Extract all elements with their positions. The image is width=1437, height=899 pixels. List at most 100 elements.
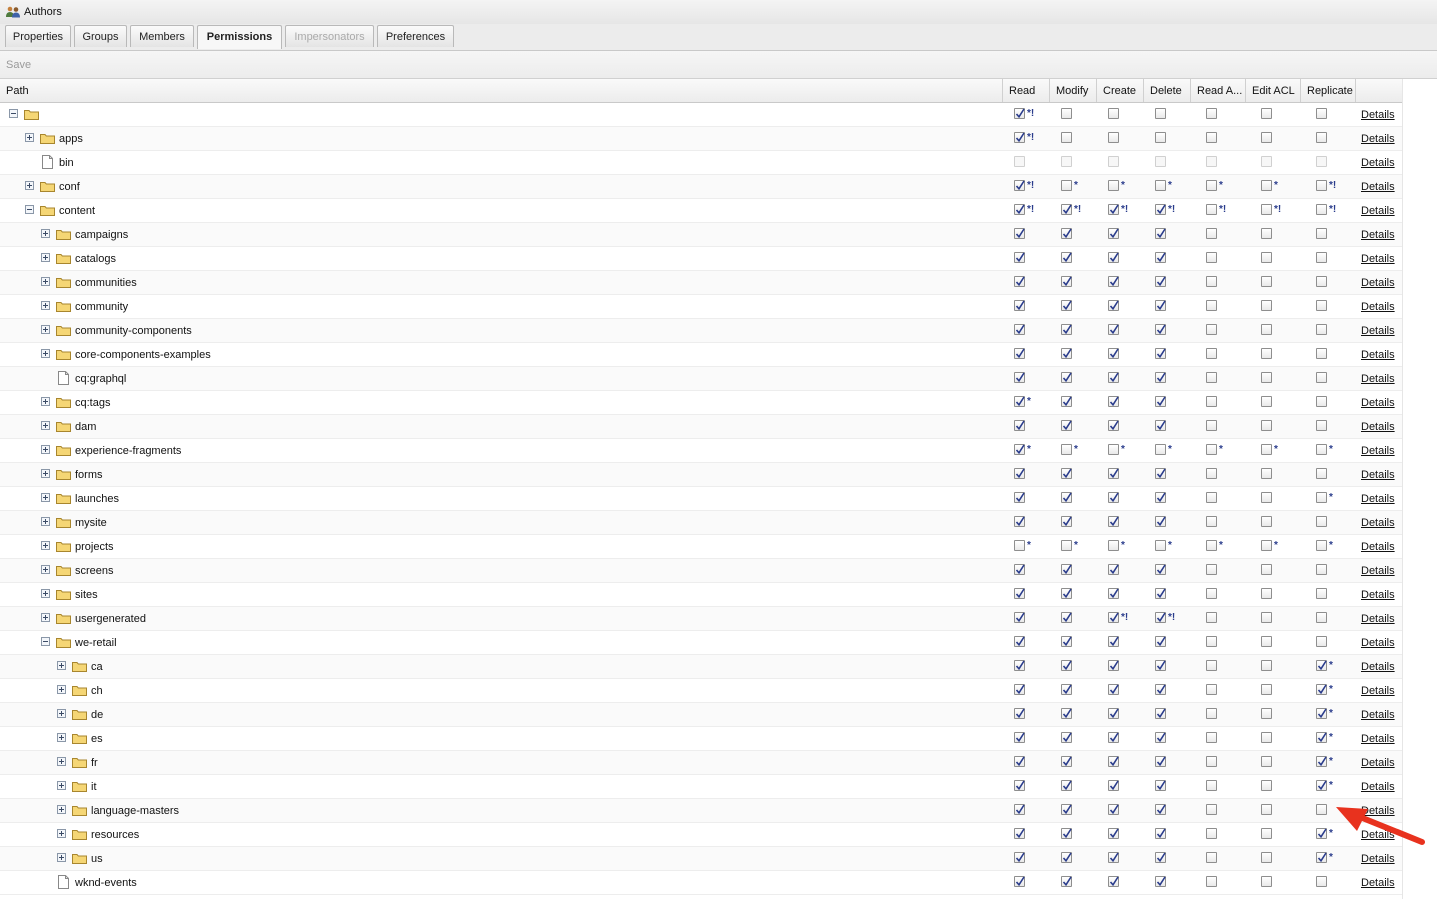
checkbox-read-acl[interactable]	[1206, 540, 1217, 551]
node-label[interactable]: resources	[91, 829, 139, 841]
checkbox-modify[interactable]	[1061, 876, 1072, 887]
tab-preferences[interactable]: Preferences	[377, 25, 454, 47]
node-label[interactable]: screens	[75, 565, 114, 577]
details-link[interactable]: Details	[1361, 469, 1395, 481]
checkbox-edit-acl[interactable]	[1261, 828, 1272, 839]
checkbox-modify[interactable]	[1061, 444, 1072, 455]
checkbox-modify[interactable]	[1061, 204, 1072, 215]
checkbox-modify[interactable]	[1061, 564, 1072, 575]
checkbox-replicate[interactable]	[1316, 228, 1327, 239]
checkbox-modify[interactable]	[1061, 588, 1072, 599]
node-label[interactable]: experience-fragments	[75, 445, 181, 457]
checkbox-edit-acl[interactable]	[1261, 276, 1272, 287]
expand-icon[interactable]	[57, 781, 66, 790]
checkbox-create[interactable]	[1108, 876, 1119, 887]
details-link[interactable]: Details	[1361, 613, 1395, 625]
column-read[interactable]: Read	[1002, 79, 1049, 102]
checkbox-edit-acl[interactable]	[1261, 420, 1272, 431]
checkbox-read[interactable]	[1014, 804, 1025, 815]
checkbox-modify[interactable]	[1061, 756, 1072, 767]
checkbox-create[interactable]	[1108, 348, 1119, 359]
checkbox-modify[interactable]	[1061, 732, 1072, 743]
details-link[interactable]: Details	[1361, 877, 1395, 889]
collapse-icon[interactable]	[41, 637, 50, 646]
node-label[interactable]: community	[75, 301, 128, 313]
checkbox-replicate[interactable]	[1316, 180, 1327, 191]
expand-icon[interactable]	[57, 709, 66, 718]
checkbox-delete[interactable]	[1155, 516, 1166, 527]
checkbox-delete[interactable]	[1155, 732, 1166, 743]
expand-icon[interactable]	[41, 469, 50, 478]
checkbox-delete[interactable]	[1155, 804, 1166, 815]
checkbox-read[interactable]	[1014, 540, 1025, 551]
checkbox-edit-acl[interactable]	[1261, 756, 1272, 767]
checkbox-edit-acl[interactable]	[1261, 564, 1272, 575]
checkbox-delete[interactable]	[1155, 780, 1166, 791]
checkbox-modify[interactable]	[1061, 492, 1072, 503]
checkbox-read[interactable]	[1014, 636, 1025, 647]
checkbox-edit-acl[interactable]	[1261, 252, 1272, 263]
checkbox-edit-acl[interactable]	[1261, 228, 1272, 239]
checkbox-delete[interactable]	[1155, 612, 1166, 623]
expand-icon[interactable]	[41, 493, 50, 502]
checkbox-read[interactable]	[1014, 348, 1025, 359]
checkbox-read[interactable]	[1014, 852, 1025, 863]
checkbox-read[interactable]	[1014, 396, 1025, 407]
details-link[interactable]: Details	[1361, 637, 1395, 649]
expand-icon[interactable]	[41, 325, 50, 334]
details-link[interactable]: Details	[1361, 397, 1395, 409]
checkbox-read[interactable]	[1014, 300, 1025, 311]
table-row[interactable]: us * Details	[0, 847, 1402, 871]
checkbox-create[interactable]	[1108, 252, 1119, 263]
details-link[interactable]: Details	[1361, 229, 1395, 241]
checkbox-replicate[interactable]	[1316, 852, 1327, 863]
checkbox-delete[interactable]	[1155, 108, 1166, 119]
checkbox-edit-acl[interactable]	[1261, 300, 1272, 311]
checkbox-replicate[interactable]	[1316, 324, 1327, 335]
checkbox-delete[interactable]	[1155, 396, 1166, 407]
checkbox-read[interactable]	[1014, 708, 1025, 719]
checkbox-modify[interactable]	[1061, 780, 1072, 791]
checkbox-read-acl[interactable]	[1206, 780, 1217, 791]
table-row[interactable]: cq:graphql Details	[0, 367, 1402, 391]
checkbox-create[interactable]	[1108, 492, 1119, 503]
details-link[interactable]: Details	[1361, 781, 1395, 793]
checkbox-read[interactable]	[1014, 612, 1025, 623]
checkbox-create[interactable]	[1108, 372, 1119, 383]
checkbox-delete[interactable]	[1155, 204, 1166, 215]
node-label[interactable]: ca	[91, 661, 103, 673]
checkbox-replicate[interactable]	[1316, 276, 1327, 287]
node-label[interactable]: we-retail	[75, 637, 117, 649]
checkbox-create[interactable]	[1108, 420, 1119, 431]
checkbox-edit-acl[interactable]	[1261, 660, 1272, 671]
checkbox-modify[interactable]	[1061, 180, 1072, 191]
checkbox-modify[interactable]	[1061, 300, 1072, 311]
details-link[interactable]: Details	[1361, 301, 1395, 313]
checkbox-modify[interactable]	[1061, 468, 1072, 479]
checkbox-read-acl[interactable]	[1206, 252, 1217, 263]
checkbox-delete[interactable]	[1155, 300, 1166, 311]
checkbox-edit-acl[interactable]	[1261, 204, 1272, 215]
checkbox-delete[interactable]	[1155, 276, 1166, 287]
node-label[interactable]: core-components-examples	[75, 349, 211, 361]
table-row[interactable]: wknd-events Details	[0, 871, 1402, 895]
checkbox-modify[interactable]	[1061, 108, 1072, 119]
checkbox-read-acl[interactable]	[1206, 180, 1217, 191]
checkbox-read-acl[interactable]	[1206, 588, 1217, 599]
expand-icon[interactable]	[41, 421, 50, 430]
table-row[interactable]: es * Details	[0, 727, 1402, 751]
checkbox-delete[interactable]	[1155, 636, 1166, 647]
checkbox-edit-acl[interactable]	[1261, 492, 1272, 503]
checkbox-read[interactable]	[1014, 516, 1025, 527]
checkbox-create[interactable]	[1108, 276, 1119, 287]
checkbox-edit-acl[interactable]	[1261, 732, 1272, 743]
expand-icon[interactable]	[41, 229, 50, 238]
checkbox-edit-acl[interactable]	[1261, 876, 1272, 887]
checkbox-create[interactable]	[1108, 564, 1119, 575]
checkbox-modify[interactable]	[1061, 372, 1072, 383]
checkbox-edit-acl[interactable]	[1261, 684, 1272, 695]
node-label[interactable]: us	[91, 853, 103, 865]
expand-icon[interactable]	[57, 733, 66, 742]
checkbox-read[interactable]	[1014, 444, 1025, 455]
checkbox-replicate[interactable]	[1316, 300, 1327, 311]
